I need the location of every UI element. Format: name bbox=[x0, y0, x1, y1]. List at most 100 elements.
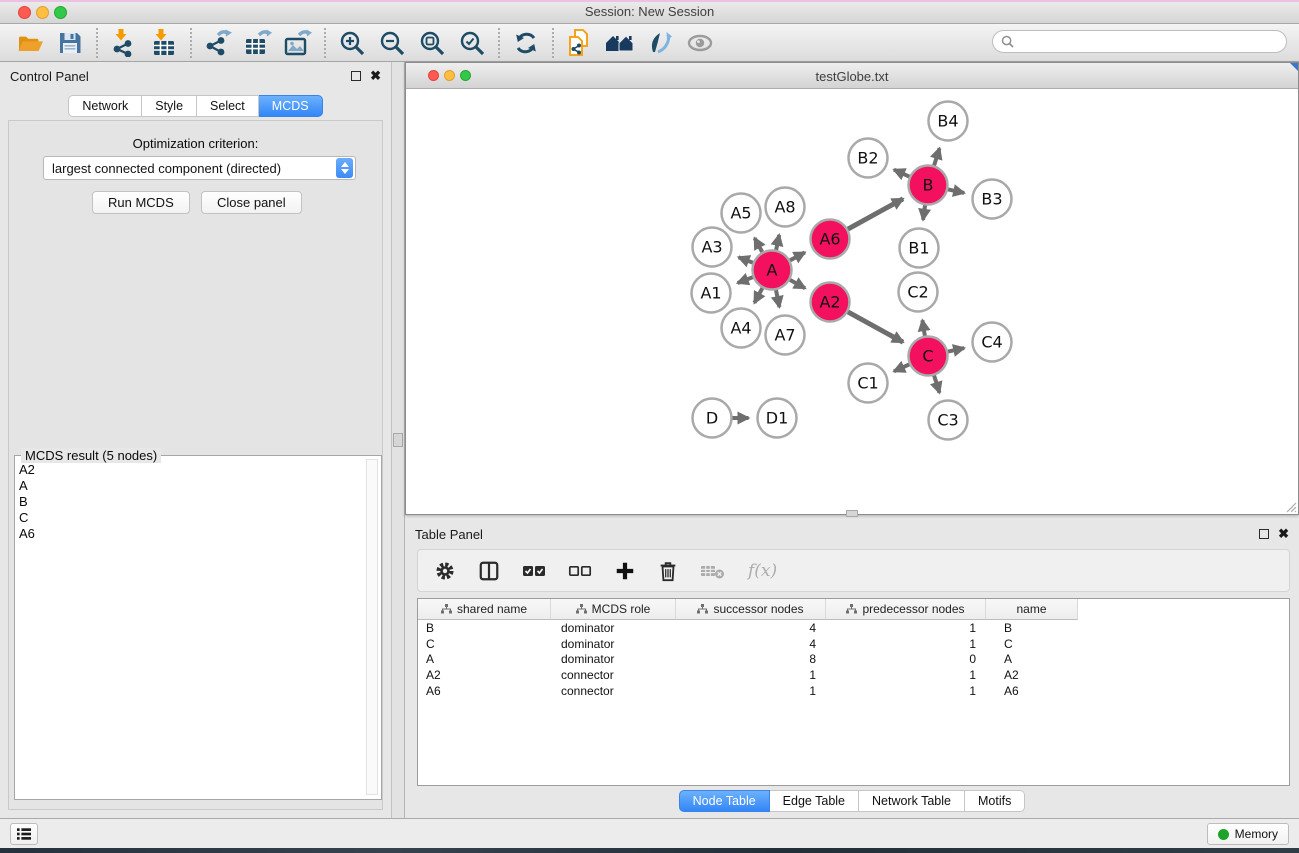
zoom-fit-button[interactable] bbox=[412, 27, 452, 59]
float-panel-icon[interactable] bbox=[351, 71, 361, 81]
delete-table-button[interactable] bbox=[700, 562, 726, 580]
focus-corner-mark bbox=[1290, 63, 1298, 71]
mcds-result-item[interactable]: A6 bbox=[19, 526, 35, 542]
deselect-all-icon bbox=[568, 562, 592, 580]
column-header-shared-name[interactable]: shared name bbox=[418, 599, 551, 620]
resize-grip-icon[interactable] bbox=[1283, 499, 1297, 513]
close-panel-button[interactable]: Close panel bbox=[201, 191, 302, 214]
zoom-selected-button[interactable] bbox=[452, 27, 492, 59]
deselect-all-button[interactable] bbox=[568, 562, 592, 580]
column-selector-button[interactable] bbox=[478, 560, 500, 582]
add-column-button[interactable] bbox=[614, 560, 636, 582]
select-all-button[interactable] bbox=[522, 562, 546, 580]
graph-edge-B-B2[interactable] bbox=[894, 170, 910, 177]
graph-edge-A-A5[interactable] bbox=[755, 238, 763, 252]
tab-edge-table[interactable]: Edge Table bbox=[770, 790, 859, 812]
graph-edge-A6-B[interactable] bbox=[848, 199, 904, 230]
close-panel-icon[interactable]: ✖ bbox=[370, 71, 381, 81]
graph-node-label: C bbox=[922, 347, 933, 366]
table-row[interactable]: Cdominator41C bbox=[418, 636, 1289, 652]
graph-edge-A-A2[interactable] bbox=[790, 280, 806, 289]
tab-style[interactable]: Style bbox=[142, 95, 197, 117]
tab-network[interactable]: Network bbox=[68, 95, 142, 117]
export-network-button[interactable] bbox=[198, 27, 238, 59]
graph-edge-B-B3[interactable] bbox=[948, 189, 965, 193]
mcds-result-item[interactable]: A2 bbox=[19, 462, 35, 478]
refresh-icon bbox=[513, 30, 539, 56]
graph-edge-A-A7[interactable] bbox=[776, 290, 779, 307]
tab-node-table[interactable]: Node Table bbox=[679, 790, 770, 812]
import-network-button[interactable] bbox=[104, 27, 144, 59]
run-mcds-button[interactable]: Run MCDS bbox=[92, 191, 190, 214]
open-file-button[interactable] bbox=[10, 27, 50, 59]
graph-edge-B-B4[interactable] bbox=[934, 148, 940, 166]
function-builder-button[interactable]: f(x) bbox=[748, 561, 777, 581]
toolbar-separator bbox=[190, 28, 192, 58]
column-header-MCDS-role[interactable]: MCDS role bbox=[551, 599, 676, 620]
result-scrollbar[interactable] bbox=[366, 459, 378, 795]
zoom-in-button[interactable] bbox=[332, 27, 372, 59]
import-table-button[interactable] bbox=[144, 27, 184, 59]
graph-node-label: A bbox=[767, 261, 778, 280]
tab-mcds[interactable]: MCDS bbox=[259, 95, 323, 117]
control-panel: Control Panel ✖ NetworkStyleSelectMCDS O… bbox=[0, 62, 391, 818]
zoom-out-button[interactable] bbox=[372, 27, 412, 59]
cell-MCDS-role: dominator bbox=[551, 636, 676, 652]
node-table[interactable]: shared nameMCDS rolesuccessor nodesprede… bbox=[417, 598, 1290, 786]
mcds-result-item[interactable]: A bbox=[19, 478, 35, 494]
graph-node-label: C1 bbox=[857, 374, 878, 393]
close-table-panel-icon[interactable]: ✖ bbox=[1278, 529, 1289, 539]
refresh-view-button[interactable] bbox=[506, 27, 546, 59]
cell-predecessor-nodes: 1 bbox=[826, 667, 986, 683]
graph-edge-A-A1[interactable] bbox=[738, 277, 754, 283]
table-row[interactable]: Bdominator41B bbox=[418, 620, 1289, 636]
graph-edge-A-A6[interactable] bbox=[790, 252, 805, 260]
graph-edge-A-A4[interactable] bbox=[754, 288, 762, 303]
table-settings-button[interactable] bbox=[434, 560, 456, 582]
network-window-title: testGlobe.txt bbox=[406, 69, 1298, 84]
graph-edge-C-C2[interactable] bbox=[922, 320, 925, 336]
graph-edge-C-C3[interactable] bbox=[934, 375, 940, 393]
mcds-result-item[interactable]: B bbox=[19, 494, 35, 510]
vizmapper-icon bbox=[646, 30, 674, 56]
table-header-row: shared nameMCDS rolesuccessor nodesprede… bbox=[418, 599, 1289, 620]
column-header-name[interactable]: name bbox=[986, 599, 1078, 620]
h-splitter-grip[interactable] bbox=[846, 510, 858, 517]
memory-button[interactable]: Memory bbox=[1207, 823, 1289, 845]
hide-selected-button[interactable] bbox=[680, 27, 720, 59]
vertical-splitter[interactable] bbox=[391, 62, 405, 818]
vizmapper-button[interactable] bbox=[640, 27, 680, 59]
table-row[interactable]: A2connector11A2 bbox=[418, 667, 1289, 683]
column-header-successor-nodes[interactable]: successor nodes bbox=[676, 599, 826, 620]
task-history-button[interactable] bbox=[10, 823, 38, 845]
graph-node-label: A5 bbox=[730, 204, 751, 223]
show-all-networks-button[interactable] bbox=[600, 27, 640, 59]
tab-select[interactable]: Select bbox=[197, 95, 259, 117]
graph-edge-B-B1[interactable] bbox=[923, 205, 925, 220]
network-canvas[interactable]: B4B2BB3A5A8A6B1A3AA1C2A2A4A7C4CC1C3DD1 bbox=[407, 90, 1298, 514]
cell-name: C bbox=[986, 636, 1078, 652]
graph-node-label: A2 bbox=[819, 293, 840, 312]
optimization-criterion-select[interactable]: largest connected component (directed) bbox=[43, 156, 356, 180]
save-session-button[interactable] bbox=[50, 27, 90, 59]
float-table-panel-icon[interactable] bbox=[1259, 529, 1269, 539]
tab-motifs[interactable]: Motifs bbox=[965, 790, 1025, 812]
graph-edge-A-A3[interactable] bbox=[739, 257, 754, 263]
table-row[interactable]: Adominator80A bbox=[418, 652, 1289, 668]
new-network-from-selection-button[interactable] bbox=[560, 27, 600, 59]
export-table-button[interactable] bbox=[238, 27, 278, 59]
splitter-grip[interactable] bbox=[393, 433, 403, 447]
mcds-result-item[interactable]: C bbox=[19, 510, 35, 526]
export-image-button[interactable] bbox=[278, 27, 318, 59]
graph-edge-A-A8[interactable] bbox=[776, 235, 779, 251]
graph-edge-A2-C[interactable] bbox=[848, 312, 904, 343]
cell-MCDS-role: dominator bbox=[551, 620, 676, 636]
graph-edge-C-C4[interactable] bbox=[948, 348, 965, 352]
delete-column-button[interactable] bbox=[658, 560, 678, 582]
column-header-predecessor-nodes[interactable]: predecessor nodes bbox=[826, 599, 986, 620]
table-row[interactable]: A6connector11A6 bbox=[418, 683, 1289, 699]
graph-edge-C-C1[interactable] bbox=[894, 364, 910, 371]
search-input[interactable] bbox=[992, 30, 1287, 53]
graph-node-label: A1 bbox=[700, 284, 721, 303]
tab-network-table[interactable]: Network Table bbox=[859, 790, 965, 812]
